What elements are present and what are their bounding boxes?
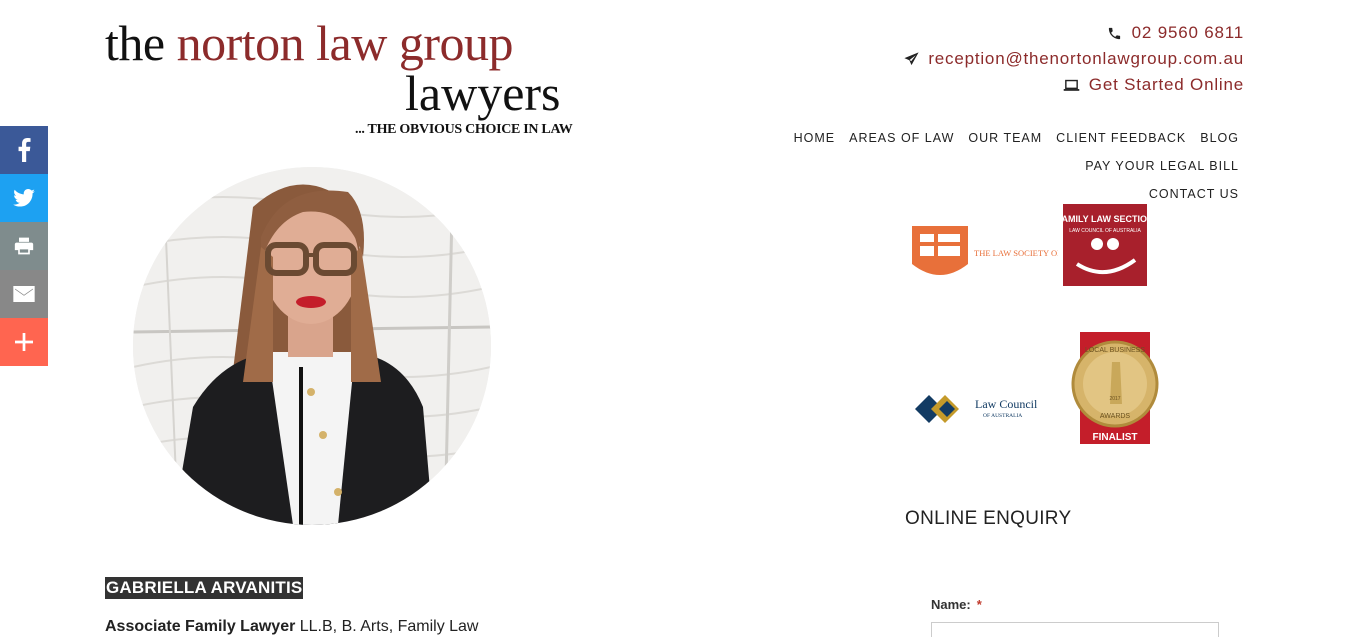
svg-text:AWARDS: AWARDS (1100, 413, 1131, 420)
nav-our-team[interactable]: OUR TEAM (968, 124, 1042, 152)
site-logo[interactable]: the norton law group lawyers ... THE OBV… (105, 14, 585, 144)
print-icon (14, 237, 34, 255)
enquiry-name-input[interactable] (931, 622, 1219, 637)
law-society-nsw-logo: THE LAW SOCIETY OF NEW SOUTH WALES (910, 224, 1144, 286)
nav-client-feedback[interactable]: CLIENT FEEDBACK (1056, 124, 1186, 152)
logo-tagline: ... THE OBVIOUS CHOICE IN LAW (355, 122, 573, 137)
more-share-button[interactable] (0, 318, 48, 366)
nav-areas-of-law[interactable]: AREAS OF LAW (849, 124, 954, 152)
phone-icon (1106, 24, 1124, 42)
svg-text:FAMILY LAW SECTION: FAMILY LAW SECTION (1063, 214, 1147, 224)
facebook-share-button[interactable] (0, 126, 48, 174)
social-share-bar (0, 126, 48, 366)
family-law-section-logo: FAMILY LAW SECTION LAW COUNCIL OF AUSTRA… (1056, 204, 1154, 286)
nav-blog[interactable]: BLOG (1200, 124, 1239, 152)
twitter-icon (13, 189, 35, 207)
nav-home[interactable]: HOME (794, 124, 836, 152)
role-detail: LL.B, B. Arts, Family Law (295, 618, 479, 635)
email-link[interactable]: reception@thenortonlawgroup.com.au (928, 49, 1244, 69)
get-started-link[interactable]: Get Started Online (1089, 75, 1244, 95)
header-contact: 02 9560 6811 reception@thenortonlawgroup… (902, 20, 1244, 98)
svg-text:FINALIST: FINALIST (1093, 432, 1138, 443)
lawyer-role: Associate Family Lawyer LL.B, B. Arts, F… (105, 618, 478, 636)
laptop-icon (1063, 76, 1081, 94)
send-icon (902, 50, 920, 68)
get-started-row[interactable]: Get Started Online (902, 72, 1244, 98)
online-enquiry-heading: ONLINE ENQUIRY (905, 508, 1072, 529)
required-marker: * (976, 597, 982, 612)
logo-line-2: lawyers (405, 65, 561, 121)
role-title: Associate Family Lawyer (105, 618, 296, 635)
svg-text:LOCAL BUSINESS: LOCAL BUSINESS (1085, 347, 1145, 354)
phone-row[interactable]: 02 9560 6811 (902, 20, 1244, 46)
enquiry-name-label: Name: * (931, 597, 982, 612)
local-business-awards-badge: LOCAL BUSINESS 2017 AWARDS FINALIST (1070, 332, 1160, 444)
email-row[interactable]: reception@thenortonlawgroup.com.au (902, 46, 1244, 72)
svg-text:OF AUSTRALIA: OF AUSTRALIA (983, 413, 1022, 419)
svg-text:LAW COUNCIL OF AUSTRALIA: LAW COUNCIL OF AUSTRALIA (1069, 228, 1141, 234)
twitter-share-button[interactable] (0, 174, 48, 222)
svg-text:2017: 2017 (1109, 396, 1120, 402)
email-share-button[interactable] (0, 270, 48, 318)
facebook-icon (18, 138, 31, 162)
svg-text:Law Council: Law Council (975, 397, 1038, 411)
nav-pay-your-legal-bill[interactable]: PAY YOUR LEGAL BILL (1085, 152, 1239, 180)
profile-photo (133, 167, 491, 525)
phone-number[interactable]: 02 9560 6811 (1132, 23, 1244, 43)
print-share-button[interactable] (0, 222, 48, 270)
email-icon (13, 286, 35, 302)
main-nav: HOME AREAS OF LAW OUR TEAM CLIENT FEEDBA… (639, 124, 1239, 208)
law-society-text: THE LAW SOCIETY OF NEW SOUTH WALES (974, 248, 1058, 258)
lawyer-name: GABRIELLA ARVANITIS (105, 577, 304, 599)
law-council-logo: Law Council OF AUSTRALIA (913, 388, 1048, 430)
nav-contact-us[interactable]: CONTACT US (639, 180, 1239, 208)
more-icon (15, 333, 33, 351)
